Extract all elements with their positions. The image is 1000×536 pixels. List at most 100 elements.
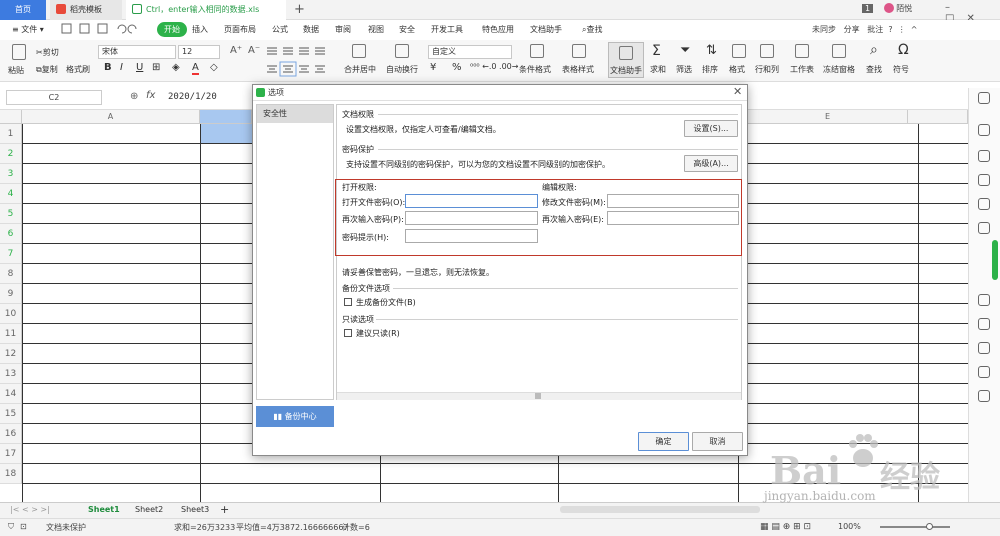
formula-input[interactable]: 2020/1/20 (168, 92, 217, 102)
row-header[interactable]: 15 (0, 404, 22, 424)
font-size-down-icon[interactable]: A⁻ (248, 45, 260, 56)
freeze-icon[interactable] (832, 44, 846, 58)
wrap-icon[interactable] (395, 44, 409, 58)
menu-review[interactable]: 审阅 (335, 24, 351, 35)
menu-doc-assistant[interactable]: 文档助手 (530, 24, 562, 35)
sidebar-doc-icon[interactable] (978, 294, 990, 306)
sort-button[interactable]: 排序 (702, 64, 718, 75)
readonly-checkbox[interactable] (344, 329, 352, 337)
settings-button[interactable]: 设置(S)... (684, 120, 738, 137)
sheet-tab-2[interactable]: Sheet2 (135, 505, 163, 514)
column-header-f[interactable] (908, 110, 968, 124)
conditional-format-button[interactable]: 条件格式 (519, 64, 551, 75)
quick-access-icons[interactable] (60, 22, 150, 36)
format-button[interactable]: 格式 (729, 64, 745, 75)
protect-status[interactable]: 文档未保护 (46, 522, 86, 533)
symbol-icon[interactable]: Ω (898, 42, 909, 58)
dialog-close-icon[interactable]: ✕ (733, 85, 742, 98)
row-header[interactable]: 5 (0, 204, 22, 224)
reenter-modify-password-input[interactable] (607, 211, 739, 225)
menu-insert[interactable]: 插入 (192, 24, 208, 35)
selected-cell-c1[interactable] (200, 124, 252, 144)
border-icon[interactable]: ⊞ (152, 62, 160, 73)
sidebar-shape-icon[interactable] (978, 150, 990, 162)
tab-templates[interactable]: 稻壳模板 (50, 0, 122, 20)
vertical-scrollbar[interactable] (992, 240, 998, 280)
row-header[interactable]: 3 (0, 164, 22, 184)
menu-page-layout[interactable]: 页面布局 (224, 24, 256, 35)
readonly-checkbox-label[interactable]: 建议只读(R) (356, 328, 400, 339)
bold-button[interactable]: B (104, 62, 112, 73)
merge-center-button[interactable]: 合并居中 (344, 64, 376, 75)
table-style-icon[interactable] (572, 44, 586, 58)
sidebar-chart-icon[interactable] (978, 222, 990, 234)
menu-view[interactable]: 视图 (368, 24, 384, 35)
row-header[interactable]: 11 (0, 324, 22, 344)
user-area[interactable]: 1 陌悦 (862, 3, 912, 14)
row-col-button[interactable]: 行和列 (755, 64, 779, 75)
sidebar-clock-icon[interactable] (978, 366, 990, 378)
minimize-icon[interactable]: – (945, 2, 962, 13)
tab-home[interactable]: 首页 (0, 0, 46, 20)
row-header[interactable]: 10 (0, 304, 22, 324)
row-header[interactable]: 4 (0, 184, 22, 204)
conditional-format-icon[interactable] (530, 44, 544, 58)
percent-button[interactable]: % (452, 62, 462, 73)
sidebar-gear-icon[interactable] (978, 198, 990, 210)
row-header[interactable]: 13 (0, 364, 22, 384)
advanced-button[interactable]: 高级(A)... (684, 155, 738, 172)
sidebar-share-icon[interactable] (978, 342, 990, 354)
horizontal-scrollbar[interactable] (560, 506, 760, 513)
backup-checkbox-label[interactable]: 生成备份文件(B) (356, 297, 416, 308)
zoom-formula-icon[interactable]: ⊕ (130, 91, 138, 102)
font-color-button[interactable]: A (192, 62, 199, 75)
row-header[interactable]: 17 (0, 444, 22, 464)
row-header[interactable]: 8 (0, 264, 22, 284)
row-header[interactable]: 6 (0, 224, 22, 244)
freeze-panes-button[interactable]: 冻结窗格 (823, 64, 855, 75)
paste-label[interactable]: 粘贴 (8, 65, 24, 76)
backup-checkbox[interactable] (344, 298, 352, 306)
sidebar-upload-icon[interactable] (978, 174, 990, 186)
backup-center-button[interactable]: ▮▮ 备份中心 (256, 406, 334, 427)
fill-color-icon[interactable]: ◈ (172, 62, 180, 73)
number-format-select[interactable]: 自定义 (428, 45, 512, 59)
format-painter-button[interactable]: 格式刷 (66, 64, 90, 75)
alignment-icons[interactable] (265, 44, 331, 78)
menu-security[interactable]: 安全 (399, 24, 415, 35)
eraser-icon[interactable]: ◇ (210, 62, 218, 73)
row-header[interactable]: 2 (0, 144, 22, 164)
row-header[interactable]: 12 (0, 344, 22, 364)
zoom-slider[interactable] (880, 526, 950, 528)
worksheet-icon[interactable] (795, 44, 809, 58)
add-sheet-button[interactable]: + (220, 503, 229, 516)
symbol-button[interactable]: 符号 (893, 64, 909, 75)
wrap-text-button[interactable]: 自动换行 (386, 64, 418, 75)
reenter-open-password-input[interactable] (405, 211, 538, 225)
paste-icon[interactable] (12, 44, 26, 60)
fx-icon[interactable]: fx (146, 90, 155, 101)
row-header[interactable]: 9 (0, 284, 22, 304)
sidebar-cursor-icon[interactable] (978, 124, 990, 136)
view-mode-icons[interactable]: ▦ ▤ ⊕ ⊞ ⊡ (760, 522, 811, 532)
name-box[interactable]: C2 (6, 90, 102, 105)
row-col-icon[interactable] (760, 44, 774, 58)
copy-button[interactable]: ⧉复制 (36, 64, 58, 75)
font-name-select[interactable]: 宋体 (98, 45, 176, 59)
sort-icon[interactable]: ⇅ (706, 43, 717, 58)
find-button[interactable]: 查找 (866, 64, 882, 75)
sidebar-sync-icon[interactable] (978, 318, 990, 330)
sum-button[interactable]: 求和 (650, 64, 666, 75)
sheet-tab-3[interactable]: Sheet3 (181, 505, 209, 514)
row-header[interactable]: 18 (0, 464, 22, 484)
zoom-level[interactable]: 100% (838, 522, 861, 531)
table-style-button[interactable]: 表格样式 (562, 64, 594, 75)
tab-document[interactable]: Ctrl，enter输入相同的数据.xls (126, 0, 286, 20)
dialog-hscroll-thumb[interactable] (535, 393, 541, 399)
column-header-e[interactable]: E (748, 110, 908, 124)
menu-formula[interactable]: 公式 (272, 24, 288, 35)
row-header[interactable]: 7 (0, 244, 22, 264)
cancel-button[interactable]: 取消 (692, 432, 743, 451)
sheet-nav-arrows[interactable]: |< < > >| (10, 505, 50, 514)
sidebar-arrow-icon[interactable] (978, 92, 990, 104)
